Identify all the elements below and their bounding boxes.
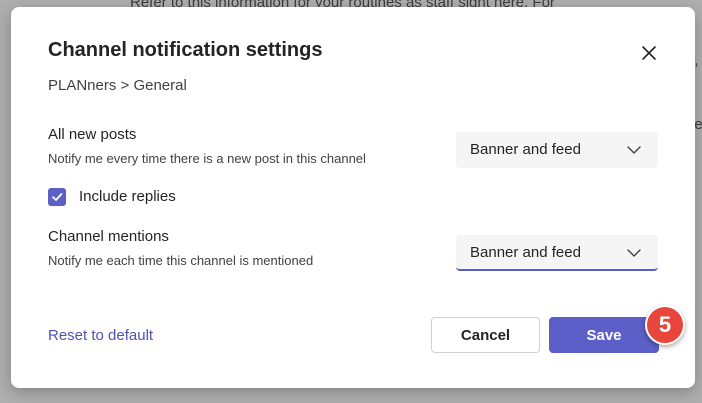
include-replies-checkbox[interactable] bbox=[48, 188, 66, 206]
all-posts-dropdown-value: Banner and feed bbox=[470, 141, 581, 158]
channel-notification-dialog: Channel notification settings PLANners >… bbox=[11, 7, 695, 388]
close-icon bbox=[642, 46, 656, 60]
channel-mentions-title: Channel mentions bbox=[48, 228, 169, 245]
step-number-badge: 5 bbox=[645, 305, 685, 345]
chevron-down-icon bbox=[627, 249, 641, 257]
all-posts-dropdown[interactable]: Banner and feed bbox=[456, 132, 658, 168]
channel-mentions-description: Notify me each time this channel is ment… bbox=[48, 253, 314, 268]
channel-mentions-dropdown-value: Banner and feed bbox=[470, 244, 581, 261]
close-button[interactable] bbox=[637, 41, 661, 65]
chevron-down-icon bbox=[627, 146, 641, 154]
save-button[interactable]: Save bbox=[549, 317, 659, 353]
dialog-title: Channel notification settings bbox=[48, 39, 323, 61]
checkmark-icon bbox=[52, 193, 63, 201]
channel-mentions-dropdown[interactable]: Banner and feed bbox=[456, 235, 658, 271]
all-posts-description: Notify me every time there is a new post… bbox=[48, 151, 366, 166]
reset-to-default-link[interactable]: Reset to default bbox=[48, 327, 153, 344]
all-posts-title: All new posts bbox=[48, 126, 137, 143]
breadcrumb: PLANners > General bbox=[48, 77, 187, 94]
cancel-button[interactable]: Cancel bbox=[431, 317, 540, 353]
include-replies-label: Include replies bbox=[79, 188, 176, 205]
